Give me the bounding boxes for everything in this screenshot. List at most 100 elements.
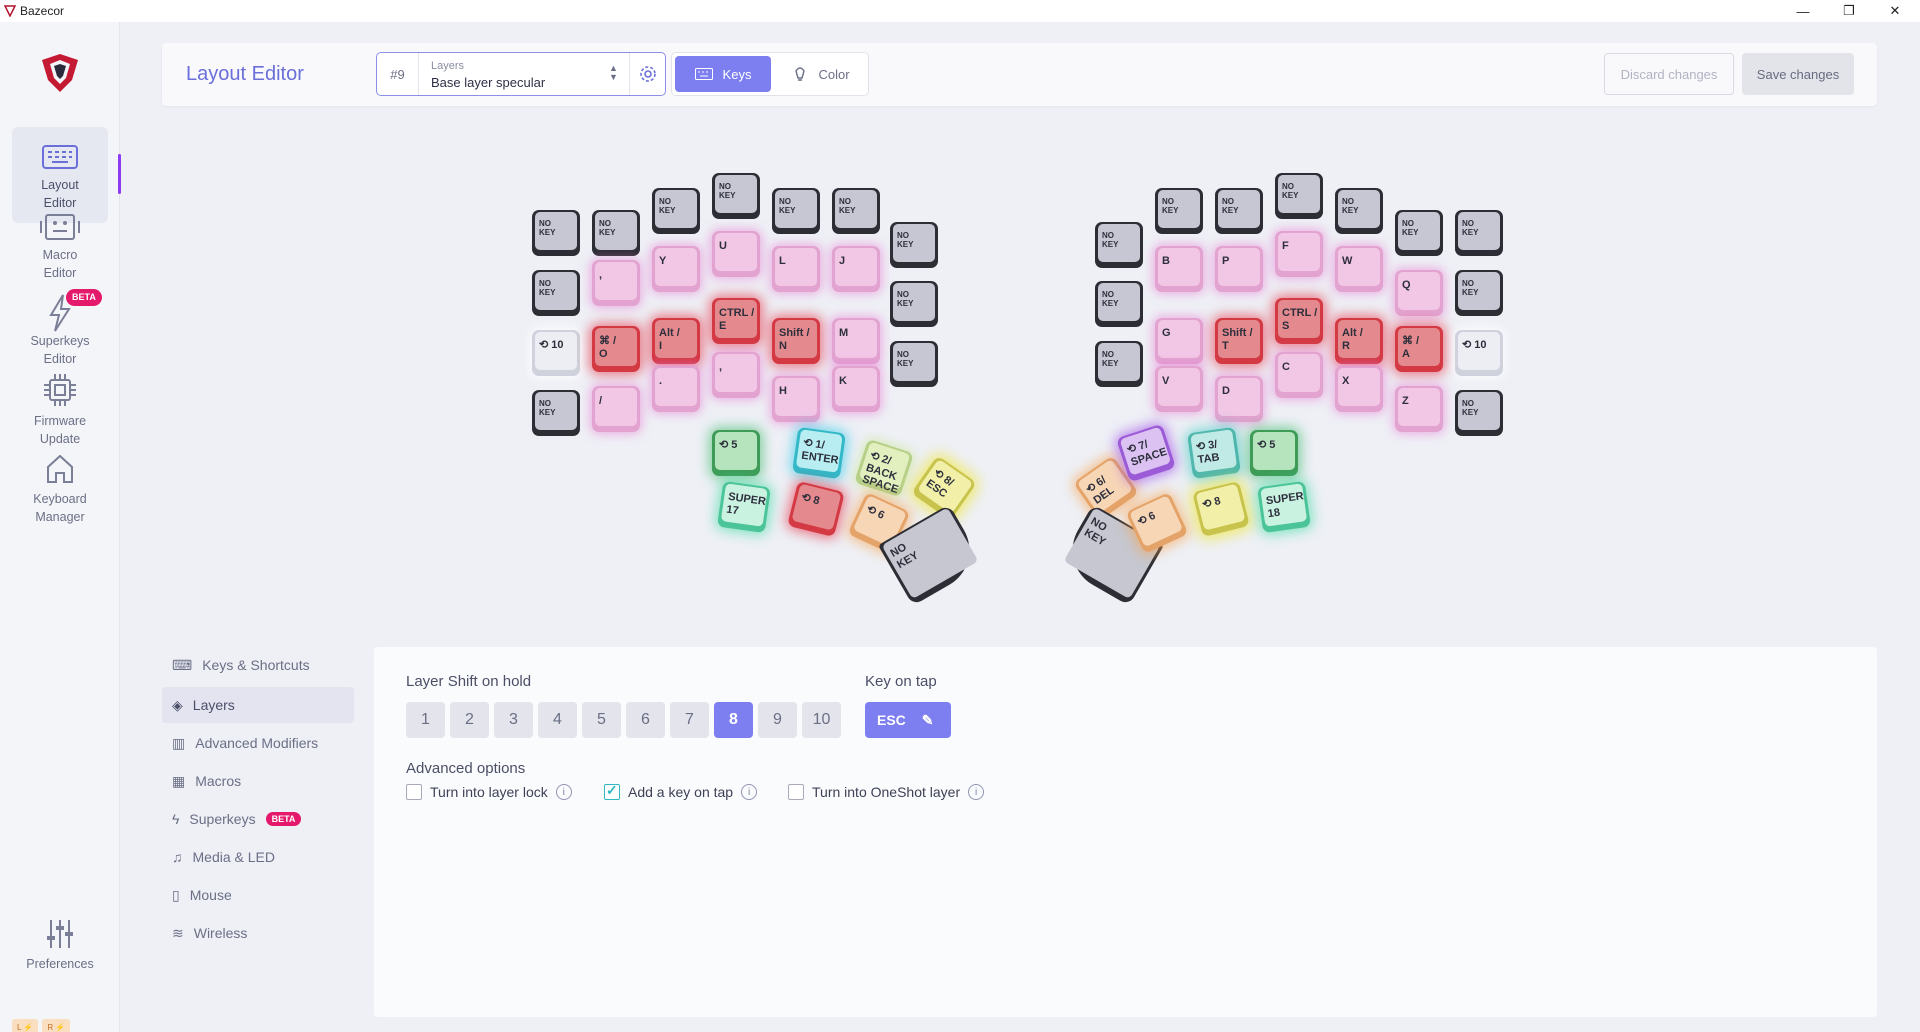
key-left-1[interactable]: NO KEY [592,210,640,256]
key-right-15[interactable]: G [1155,318,1203,364]
key-right-26[interactable]: NO KEY [1455,390,1503,436]
key-left-11[interactable]: L [772,246,820,292]
key-right-11[interactable]: W [1335,246,1383,292]
key-right-0[interactable]: NO KEY [1095,222,1143,268]
key-right-4[interactable]: NO KEY [1335,188,1383,234]
key-left-14[interactable]: ⟲ 10 [532,330,580,376]
oneshot-checkbox[interactable] [788,784,804,800]
menu-mouse[interactable]: ▯ Mouse [162,877,354,913]
menu-layers[interactable]: ◈ Layers [162,687,354,723]
info-icon[interactable]: i [968,784,985,800]
option-layer-lock[interactable]: Turn into layer lock i [406,784,572,800]
nav-keyboard-manager[interactable]: Keyboard Manager [12,437,108,533]
key-left-6[interactable]: NO KEY [890,222,938,268]
key-left-27[interactable]: ⟲ 5 [712,430,760,476]
menu-superkeys[interactable]: ϟ Superkeys BETA [162,801,354,837]
layer-button-4[interactable]: 4 [538,702,577,738]
key-left-4[interactable]: NO KEY [772,188,820,234]
key-left-2[interactable]: NO KEY [652,188,700,234]
layer-button-8[interactable]: 8 [714,702,753,738]
key-left-13[interactable]: NO KEY [890,281,938,327]
key-right-10[interactable]: F [1275,231,1323,277]
key-right-18[interactable]: Alt / R [1335,318,1383,364]
key-right-1[interactable]: NO KEY [1155,188,1203,234]
key-right-20[interactable]: ⟲ 10 [1455,330,1503,376]
key-right-17[interactable]: CTRL / S [1275,298,1323,344]
key-left-9[interactable]: Y [652,246,700,292]
key-left-5[interactable]: NO KEY [832,188,880,234]
keys-mode-button[interactable]: Keys [675,56,771,92]
key-right-7[interactable]: NO KEY [1095,281,1143,327]
key-right-16[interactable]: Shift / T [1215,318,1263,364]
layer-lock-checkbox[interactable] [406,784,422,800]
layer-button-2[interactable]: 2 [450,702,489,738]
key-right-5[interactable]: NO KEY [1395,210,1443,256]
key-left-3[interactable]: NO KEY [712,173,760,219]
layer-button-5[interactable]: 5 [582,702,621,738]
key-right-8[interactable]: B [1155,246,1203,292]
key-left-23[interactable]: . [652,366,700,412]
key-right-25[interactable]: Z [1395,386,1443,432]
layer-button-3[interactable]: 3 [494,702,533,738]
key-right-6[interactable]: NO KEY [1455,210,1503,256]
layer-button-1[interactable]: 1 [406,702,445,738]
key-right-12[interactable]: Q [1395,270,1443,316]
key-right-9[interactable]: P [1215,246,1263,292]
key-right-14[interactable]: NO KEY [1095,341,1143,387]
key-left-7[interactable]: NO KEY [532,270,580,316]
key-left-15[interactable]: ⌘ / O [592,326,640,372]
layer-selector[interactable]: #9 Layers Base layer specular ▲ ▼ [376,52,666,96]
save-changes-button[interactable]: Save changes [1742,53,1854,95]
key-right-29[interactable]: ⟲ 3/ TAB [1187,426,1241,480]
key-left-16[interactable]: Alt / I [652,318,700,364]
menu-advanced-modifiers[interactable]: ▥ Advanced Modifiers [162,725,354,761]
menu-macros[interactable]: ▦ Macros [162,763,354,799]
key-left-31[interactable]: SUPER 17 [717,480,771,534]
key-on-tap-button[interactable]: ESC ✎ [865,702,951,738]
option-key-on-tap[interactable]: Add a key on tap i [604,782,758,800]
key-right-3[interactable]: NO KEY [1275,173,1323,219]
key-left-21[interactable]: NO KEY [532,390,580,436]
color-mode-button[interactable]: Color [776,56,866,92]
key-right-30[interactable]: ⟲ 5 [1250,430,1298,476]
layer-button-10[interactable]: 10 [802,702,841,738]
key-left-17[interactable]: CTRL / E [712,298,760,344]
key-right-13[interactable]: NO KEY [1455,270,1503,316]
key-left-22[interactable]: / [592,386,640,432]
key-right-19[interactable]: ⌘ / A [1395,326,1443,372]
maximize-button[interactable]: ❐ [1826,0,1872,22]
info-icon[interactable]: i [555,784,572,800]
layer-settings-button[interactable] [629,53,666,95]
key-right-21[interactable]: V [1155,366,1203,412]
key-left-12[interactable]: J [832,246,880,292]
close-button[interactable]: ✕ [1872,0,1918,22]
discard-changes-button[interactable]: Discard changes [1604,53,1734,95]
menu-wireless[interactable]: ≋ Wireless [162,915,354,951]
key-right-33[interactable]: ⟲ 8 [1192,480,1250,538]
menu-keys-shortcuts[interactable]: ⌨ Keys & Shortcuts [162,647,354,683]
key-right-24[interactable]: X [1335,366,1383,412]
key-left-29[interactable]: ⟲ 2/ BACK SPACE [854,438,914,498]
key-left-25[interactable]: H [772,376,820,422]
key-left-26[interactable]: K [832,366,880,412]
key-left-32[interactable]: ⟲ 8 [787,480,845,538]
key-right-22[interactable]: D [1215,376,1263,422]
info-icon[interactable]: i [741,784,758,800]
key-right-23[interactable]: C [1275,352,1323,398]
key-left-28[interactable]: ⟲ 1/ ENTER [792,426,846,480]
layer-button-9[interactable]: 9 [758,702,797,738]
menu-media-led[interactable]: ♫ Media & LED [162,839,354,875]
key-left-19[interactable]: M [832,318,880,364]
option-oneshot[interactable]: Turn into OneShot layer i [788,784,985,800]
nav-preferences[interactable]: Preferences [12,902,108,998]
layer-button-6[interactable]: 6 [626,702,665,738]
key-right-2[interactable]: NO KEY [1215,188,1263,234]
key-left-24[interactable]: , [712,352,760,398]
key-left-10[interactable]: U [712,231,760,277]
key-right-34[interactable]: SUPER 18 [1257,480,1311,534]
key-left-18[interactable]: Shift / N [772,318,820,364]
key-left-20[interactable]: NO KEY [890,341,938,387]
minimize-button[interactable]: — [1780,0,1826,22]
key-left-8[interactable]: , [592,260,640,306]
layer-button-7[interactable]: 7 [670,702,709,738]
